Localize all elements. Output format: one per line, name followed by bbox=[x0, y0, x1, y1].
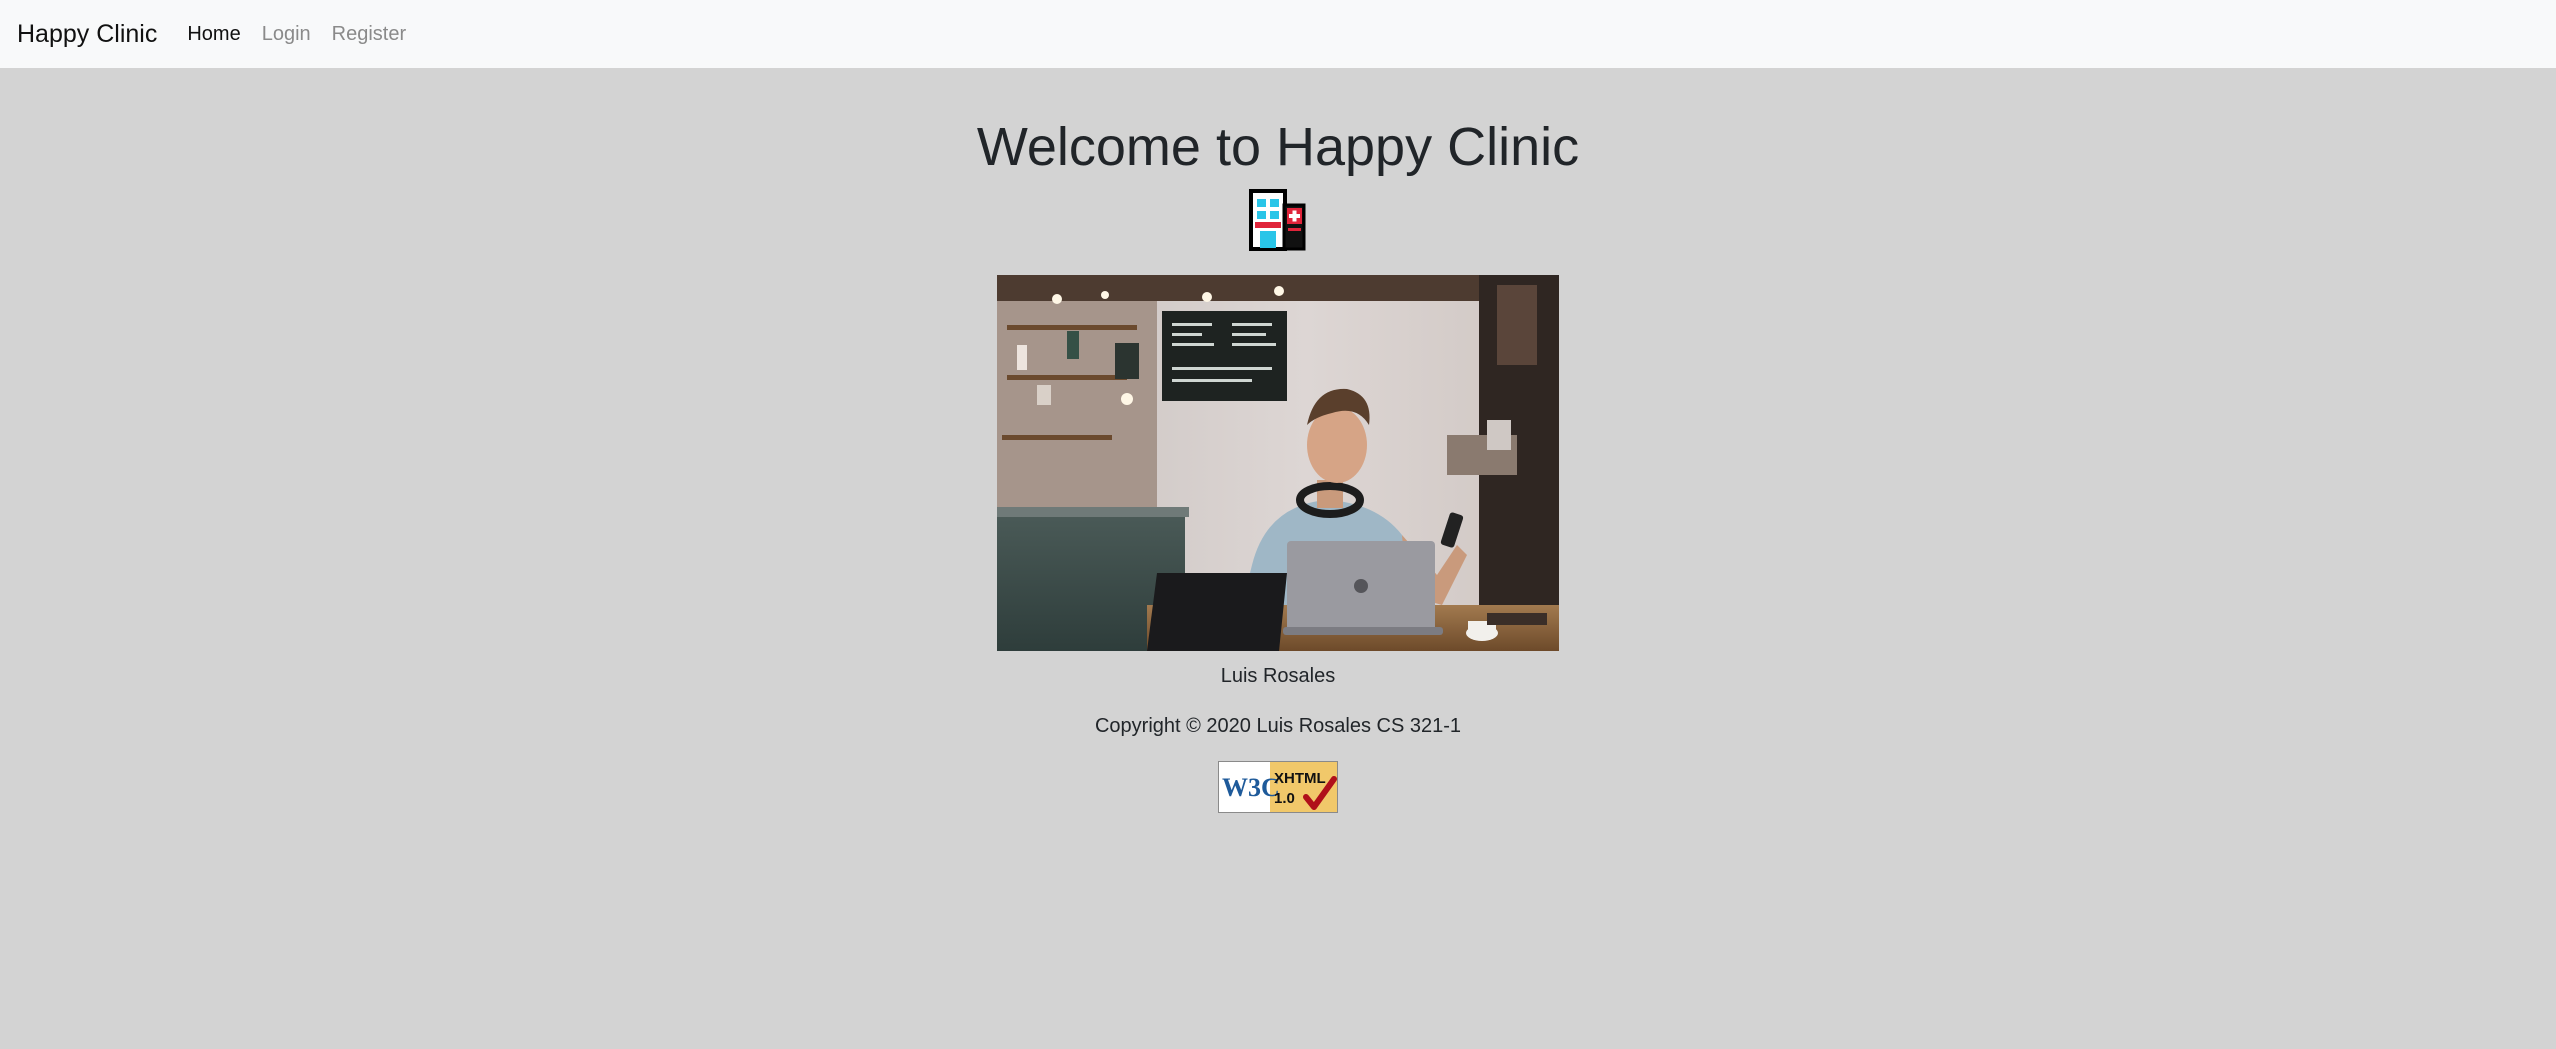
cafe-photo bbox=[997, 275, 1559, 652]
badge-org-text: W3C bbox=[1222, 773, 1280, 802]
main-content: Welcome to Happy Clinic Luis Rosales Cop… bbox=[0, 117, 2556, 818]
brand-link[interactable]: Happy Clinic bbox=[17, 20, 157, 49]
page-title: Welcome to Happy Clinic bbox=[976, 117, 1580, 177]
nav-register-link[interactable]: Register bbox=[332, 23, 406, 46]
nav-home-link[interactable]: Home bbox=[187, 23, 240, 46]
hospital-icon bbox=[1249, 189, 1306, 252]
nav-login-link[interactable]: Login bbox=[262, 23, 311, 46]
w3c-xhtml-valid-badge[interactable]: W3C XHTML 1.0 bbox=[1218, 761, 1338, 814]
badge-label-line1: XHTML bbox=[1274, 770, 1326, 787]
navbar: Happy Clinic Home Login Register bbox=[0, 0, 2556, 68]
copyright-text: Copyright © 2020 Luis Rosales CS 321-1 bbox=[1094, 715, 1462, 738]
badge-label-line2: 1.0 bbox=[1274, 790, 1295, 807]
photo-caption: Luis Rosales bbox=[1220, 665, 1336, 688]
